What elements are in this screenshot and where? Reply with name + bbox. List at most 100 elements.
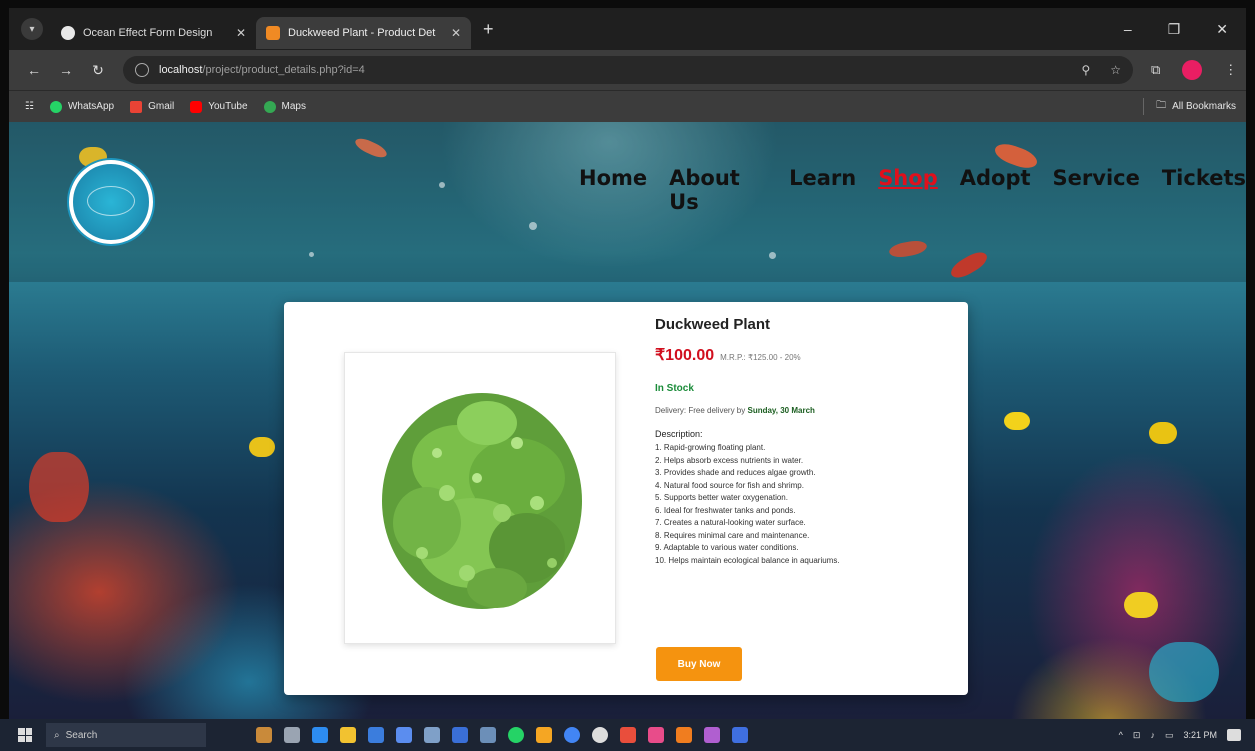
chevron-up-icon[interactable]: ^ xyxy=(1119,730,1123,740)
apps-icon[interactable]: ☷ xyxy=(25,101,34,112)
tab-form-design[interactable]: Ocean Effect Form Design ✕ xyxy=(51,17,256,49)
tab-product-details[interactable]: Duckweed Plant - Product Det ✕ xyxy=(256,17,471,49)
minimize-icon[interactable]: – xyxy=(1124,21,1132,38)
app-icon[interactable] xyxy=(480,727,496,743)
site-info-icon[interactable] xyxy=(135,63,149,77)
nav-learn[interactable]: Learn xyxy=(789,166,856,214)
bubble-decoration xyxy=(529,222,537,230)
os-taskbar: ⌕ Search ^ ⊡ ♪ ▭ 3:21 PM xyxy=(0,719,1255,751)
list-item: 3. Provides shade and reduces algae grow… xyxy=(655,468,816,477)
store-icon[interactable] xyxy=(396,727,412,743)
maps-icon xyxy=(263,100,276,113)
stock-status: In Stock xyxy=(655,383,694,394)
app-icon[interactable] xyxy=(704,727,720,743)
tab-bar: ▾ Ocean Effect Form Design ✕ Duckweed Pl… xyxy=(9,8,1246,50)
close-tab-icon[interactable]: ✕ xyxy=(236,26,246,40)
new-tab-icon[interactable]: + xyxy=(483,19,494,40)
app-icon[interactable] xyxy=(536,727,552,743)
app-icon[interactable] xyxy=(648,727,664,743)
extensions-icon[interactable]: ⧉ xyxy=(1151,62,1160,78)
gmail-icon xyxy=(130,100,143,113)
zoom-icon[interactable]: ⚲ xyxy=(1081,63,1090,77)
battery-icon[interactable]: ▭ xyxy=(1165,730,1174,741)
main-nav: Home About Us Learn Shop Adopt Service T… xyxy=(579,166,1246,214)
url-input[interactable]: localhost /project/product_details.php?i… xyxy=(123,56,1133,84)
description-list: 1. Rapid-growing floating plant. 2. Help… xyxy=(655,442,955,567)
reload-icon[interactable]: ↻ xyxy=(91,62,105,79)
vscode-icon[interactable] xyxy=(368,727,384,743)
app-icon[interactable] xyxy=(592,727,608,743)
app-icon[interactable] xyxy=(732,727,748,743)
list-item: 1. Rapid-growing floating plant. xyxy=(655,443,766,452)
all-bookmarks[interactable]: 🗀 All Bookmarks xyxy=(1143,98,1236,115)
notifications-icon[interactable] xyxy=(1227,729,1241,741)
fish-decoration xyxy=(1124,592,1158,618)
price-row: ₹100.00 M.R.P.: ₹125.00 - 20% xyxy=(655,345,955,365)
bubble-decoration xyxy=(769,252,776,259)
tab-search-icon[interactable]: ▾ xyxy=(21,18,43,40)
edge-icon[interactable] xyxy=(312,727,328,743)
page-viewport: Home About Us Learn Shop Adopt Service T… xyxy=(9,122,1246,719)
app-icon[interactable] xyxy=(452,727,468,743)
delivery-prefix: Delivery: Free delivery by xyxy=(655,406,748,415)
list-item: 2. Helps absorb excess nutrients in wate… xyxy=(655,455,804,465)
forward-icon[interactable]: → xyxy=(59,62,73,78)
bookmark-gmail[interactable]: Gmail xyxy=(130,100,174,113)
product-price: ₹100.00 xyxy=(655,347,715,364)
bubble-decoration xyxy=(439,182,445,188)
restore-icon[interactable]: ❐ xyxy=(1168,21,1181,38)
address-bar: ← → ↻ localhost /project/product_details… xyxy=(9,50,1246,90)
list-item: 6. Ideal for freshwater tanks and ponds. xyxy=(655,505,796,515)
product-image-frame xyxy=(344,352,616,644)
bubble-decoration xyxy=(309,252,314,257)
bookmark-whatsapp[interactable]: WhatsApp xyxy=(49,100,114,113)
file-explorer-icon[interactable] xyxy=(340,727,356,743)
nav-adopt[interactable]: Adopt xyxy=(960,166,1031,214)
bookmark-youtube[interactable]: YouTube xyxy=(190,100,248,113)
description-heading: Description: xyxy=(655,429,703,439)
bookmarks-bar: ☷ WhatsApp Gmail YouTube Maps 🗀 All Bookm… xyxy=(9,90,1246,122)
folder-icon: 🗀 xyxy=(1156,100,1167,111)
product-card: Duckweed Plant ₹100.00 M.R.P.: ₹125.00 -… xyxy=(284,302,968,695)
product-mrp: M.R.P.: ₹125.00 - 20% xyxy=(720,353,801,362)
all-bookmarks-label: All Bookmarks xyxy=(1172,101,1236,112)
app-icon[interactable] xyxy=(620,727,636,743)
bookmark-star-icon[interactable]: ☆ xyxy=(1110,63,1121,77)
bookmark-maps[interactable]: Maps xyxy=(263,100,306,113)
back-icon[interactable]: ← xyxy=(27,62,41,78)
chrome-taskbar-icon[interactable] xyxy=(564,727,580,743)
taskbar-apps xyxy=(256,727,748,743)
nav-tickets[interactable]: Tickets xyxy=(1162,166,1246,214)
windows-start-icon[interactable] xyxy=(18,728,32,742)
network-icon[interactable]: ⊡ xyxy=(1133,730,1141,741)
url-path: /project/product_details.php?id=4 xyxy=(202,64,365,76)
coral-decoration xyxy=(29,452,89,522)
app-icon[interactable] xyxy=(676,727,692,743)
profile-avatar[interactable] xyxy=(1182,60,1203,80)
widgets-icon[interactable] xyxy=(256,727,272,743)
fish-decoration xyxy=(1004,412,1030,430)
nav-service[interactable]: Service xyxy=(1053,166,1140,214)
whatsapp-taskbar-icon[interactable] xyxy=(508,727,524,743)
taskbar-search-input[interactable]: ⌕ Search xyxy=(46,723,206,747)
clock[interactable]: 3:21 PM xyxy=(1183,730,1217,740)
list-item: 8. Requires minimal care and maintenance… xyxy=(655,530,810,540)
task-view-icon[interactable] xyxy=(284,727,300,743)
list-item: 9. Adaptable to various water conditions… xyxy=(655,543,799,552)
app-icon[interactable] xyxy=(424,727,440,743)
nav-home[interactable]: Home xyxy=(579,166,647,214)
nav-shop[interactable]: Shop xyxy=(878,166,938,214)
buy-now-button[interactable]: Buy Now xyxy=(656,647,742,681)
whatsapp-icon xyxy=(49,100,62,113)
delivery-info: Delivery: Free delivery by Sunday, 30 Ma… xyxy=(655,406,955,415)
list-item: 4. Natural food source for fish and shri… xyxy=(655,480,804,490)
nav-about-us[interactable]: About Us xyxy=(669,166,767,214)
close-tab-icon[interactable]: ✕ xyxy=(451,26,461,40)
site-favicon-icon xyxy=(266,26,280,40)
youtube-icon xyxy=(190,100,203,113)
site-logo[interactable] xyxy=(69,160,153,244)
volume-icon[interactable]: ♪ xyxy=(1150,730,1155,740)
fish-decoration xyxy=(249,437,275,457)
menu-icon[interactable]: ⋮ xyxy=(1224,62,1237,78)
close-window-icon[interactable]: ✕ xyxy=(1216,21,1228,38)
